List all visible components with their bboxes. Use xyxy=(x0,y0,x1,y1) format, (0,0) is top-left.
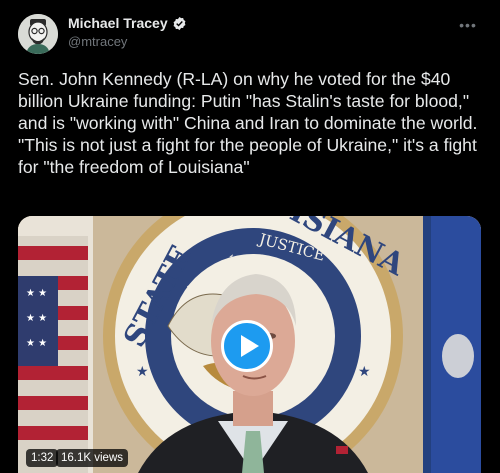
svg-text:★ ★: ★ ★ xyxy=(26,338,47,349)
video-duration: 1:32 xyxy=(26,449,59,467)
video-player[interactable]: ★ ★ ★ ★ ★ ★ STATE ISIANA UNION JUSTICE ★… xyxy=(18,216,481,473)
tweet-header: Michael Tracey @mtracey ••• xyxy=(18,14,482,58)
display-name[interactable]: Michael Tracey xyxy=(68,15,168,31)
play-icon xyxy=(240,335,259,357)
tweet[interactable]: Michael Tracey @mtracey ••• Sen. John Ke… xyxy=(0,0,500,473)
svg-text:★ ★: ★ ★ xyxy=(26,313,47,324)
author-names: Michael Tracey @mtracey xyxy=(68,15,187,49)
tweet-text: Sen. John Kennedy (R-LA) on why he voted… xyxy=(18,69,478,177)
play-button[interactable] xyxy=(221,320,273,372)
video-views: 16.1K views xyxy=(56,449,129,467)
avatar[interactable] xyxy=(18,14,58,54)
handle[interactable]: @mtracey xyxy=(68,34,187,49)
svg-text:★ ★: ★ ★ xyxy=(26,288,47,299)
us-flag: ★ ★ ★ ★ ★ ★ xyxy=(18,236,88,473)
svg-text:★: ★ xyxy=(136,364,149,380)
verified-badge-icon xyxy=(172,16,187,31)
more-horizontal-icon[interactable]: ••• xyxy=(458,18,478,32)
svg-text:★: ★ xyxy=(358,364,371,380)
